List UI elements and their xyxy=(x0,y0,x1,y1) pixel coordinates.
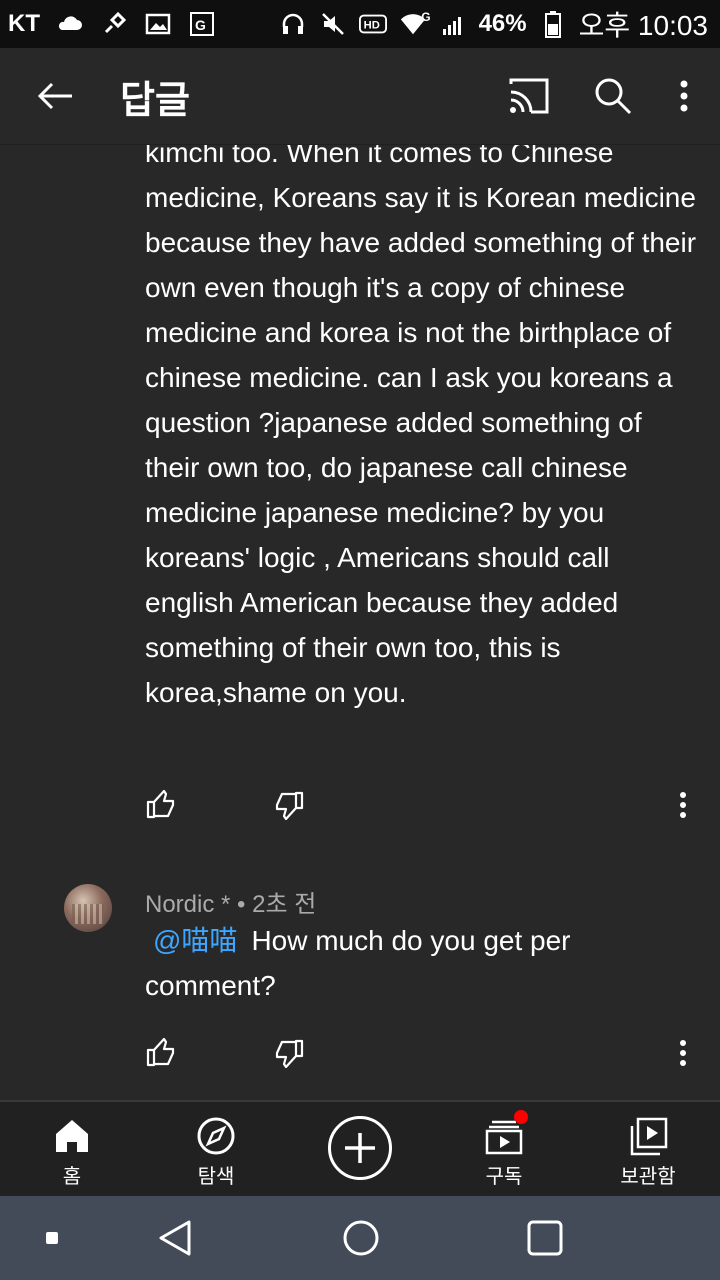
system-navigation-bar xyxy=(0,1196,720,1280)
page-title: 답글 xyxy=(120,79,190,122)
bottom-navigation: 홈 탐색 구독 보관함 xyxy=(0,1100,720,1198)
overview-square-icon[interactable] xyxy=(520,1196,570,1280)
nav-home[interactable]: 홈 xyxy=(12,1102,132,1198)
hd-icon: HD xyxy=(358,10,387,38)
author-name[interactable]: Nordic * xyxy=(145,891,230,918)
create-plus-icon xyxy=(345,1133,375,1163)
comment-more-icon[interactable] xyxy=(671,788,695,822)
mention-link[interactable]: @喵喵 xyxy=(145,925,237,956)
app-bar: 답글 xyxy=(0,48,720,145)
comment-text: kimchi too. When it comes to Chinese med… xyxy=(145,144,704,708)
recent-square-small-icon[interactable] xyxy=(40,1196,64,1280)
wifi-icon: G xyxy=(399,10,431,38)
cast-icon[interactable] xyxy=(506,73,552,119)
create-button[interactable] xyxy=(328,1116,392,1180)
nav-library[interactable]: 보관함 xyxy=(588,1102,708,1198)
pin-icon xyxy=(100,10,128,38)
compass-icon xyxy=(196,1116,236,1156)
battery-icon xyxy=(539,10,567,38)
comment-actions xyxy=(145,788,700,828)
back-arrow-icon[interactable] xyxy=(34,74,78,118)
notification-dot xyxy=(514,1110,528,1124)
nav-library-label: 보관함 xyxy=(620,1166,676,1188)
reply-item: Nordic * • 2초 전 @喵喵 How much do you get p… xyxy=(0,876,720,1100)
dislike-icon[interactable] xyxy=(273,1038,305,1070)
battery-percent: 46% xyxy=(478,10,527,37)
signal-badge: G xyxy=(421,10,431,24)
dislike-icon[interactable] xyxy=(273,790,305,822)
reply-meta: Nordic * • 2초 전 xyxy=(145,884,316,919)
reply-body: @喵喵 How much do you get per comment? xyxy=(145,918,700,1008)
mute-icon xyxy=(319,10,347,38)
search-icon[interactable] xyxy=(590,73,636,119)
translate-icon: G xyxy=(188,10,216,38)
like-icon[interactable] xyxy=(145,1036,177,1068)
svg-text:G: G xyxy=(195,17,206,33)
nav-subscriptions-label: 구독 xyxy=(485,1166,523,1188)
reply-more-icon[interactable] xyxy=(671,1036,695,1070)
svg-text:HD: HD xyxy=(363,20,379,32)
reply-time: 2초 전 xyxy=(252,891,317,918)
meta-separator: • xyxy=(237,891,246,918)
like-icon[interactable] xyxy=(145,788,177,820)
nav-subscriptions[interactable]: 구독 xyxy=(444,1102,564,1198)
library-icon xyxy=(628,1116,668,1156)
replies-list[interactable]: kimchi too. When it comes to Chinese med… xyxy=(0,144,720,1100)
home-circle-icon[interactable] xyxy=(336,1196,386,1280)
nav-explore-label: 탐색 xyxy=(197,1166,235,1188)
signal-icon xyxy=(439,10,467,38)
clock: 오후 10:03 xyxy=(578,10,708,41)
reply-actions xyxy=(145,1036,700,1076)
nav-explore[interactable]: 탐색 xyxy=(156,1102,276,1198)
back-triangle-icon[interactable] xyxy=(150,1196,200,1280)
home-icon xyxy=(52,1116,92,1156)
nav-home-label: 홈 xyxy=(62,1166,82,1188)
avatar[interactable] xyxy=(64,884,112,932)
headset-icon xyxy=(279,10,307,38)
cloud-icon xyxy=(56,10,84,38)
status-bar: KT G HD G 46% 오후 10:03 xyxy=(0,0,720,48)
carrier-label: KT xyxy=(8,10,40,37)
image-icon xyxy=(144,10,172,38)
more-vert-icon[interactable] xyxy=(674,73,694,119)
